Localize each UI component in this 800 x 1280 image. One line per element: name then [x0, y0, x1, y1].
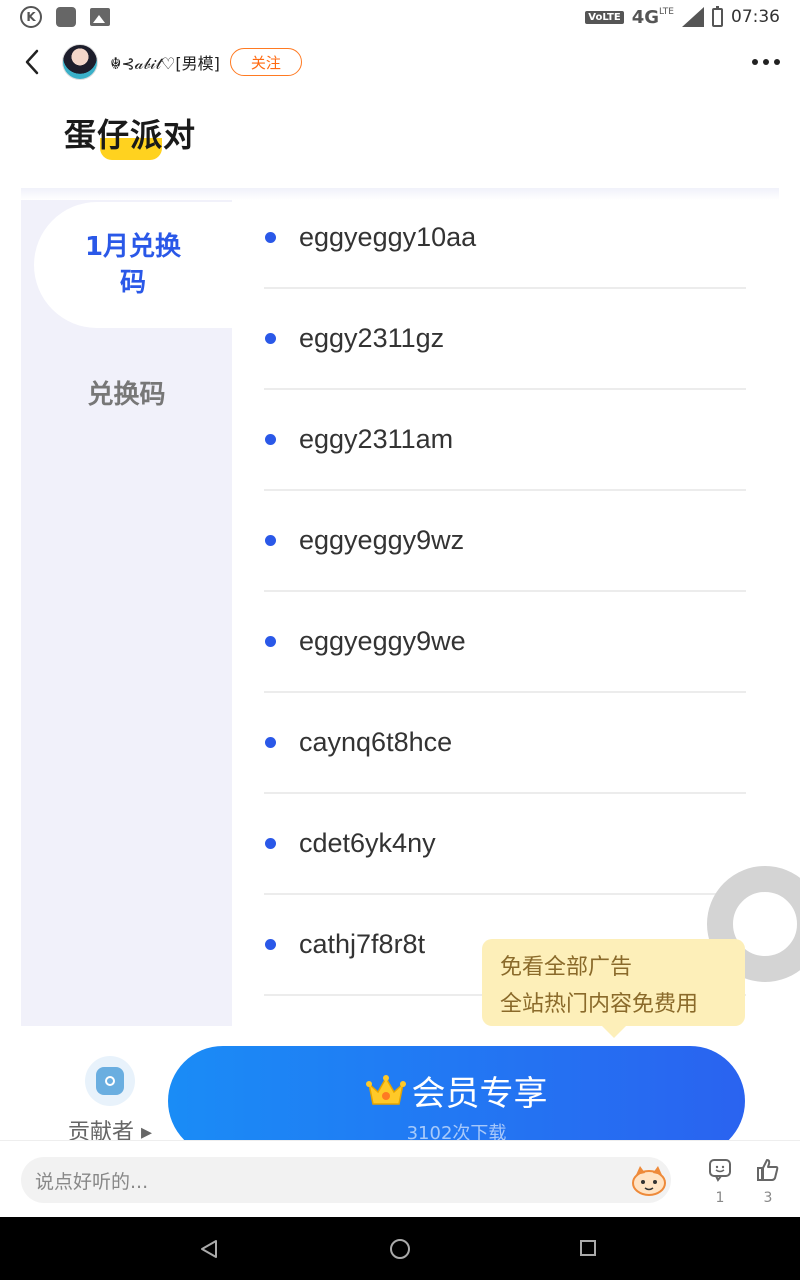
- lte-label: LTE: [659, 7, 674, 17]
- redeem-code: eggyeggy10aa: [299, 222, 477, 252]
- thumbs-up-icon: [757, 1159, 779, 1181]
- redeem-code: eggyeggy9we: [299, 626, 466, 656]
- post-header: ☬⊰𝒶𝒷𝒾𝓉♡[男模] 关注: [0, 38, 800, 86]
- redeem-code: eggy2311gz: [299, 323, 445, 353]
- back-arrow-icon[interactable]: [20, 46, 44, 78]
- volte-icon: VoLTE: [585, 10, 624, 24]
- list-item[interactable]: eggy2311gz: [264, 289, 746, 390]
- nav-recent-apps-icon[interactable]: [580, 1240, 596, 1256]
- sidebar-tab-label: 1月兑换码: [84, 232, 182, 298]
- bullet-dot: [265, 737, 276, 748]
- network-type-label: 4G: [631, 6, 660, 28]
- comment-count: 1: [715, 1190, 725, 1206]
- user-avatar[interactable]: [62, 44, 98, 80]
- bullet-dot: [265, 535, 276, 546]
- sidebar-tab-january-codes[interactable]: 1月兑换码: [34, 202, 232, 328]
- k-app-icon: K: [20, 6, 42, 28]
- bullet-dot: [265, 939, 276, 950]
- list-item[interactable]: cdet6yk4ny: [264, 794, 746, 895]
- redeem-code: cdet6yk4ny: [299, 828, 436, 858]
- comment-icon: [709, 1159, 731, 1182]
- redeem-code: eggyeggy9wz: [299, 525, 465, 555]
- page-title-block: 蛋仔派对: [64, 110, 197, 160]
- like-button[interactable]: 3: [748, 1158, 788, 1206]
- like-count: 3: [763, 1190, 773, 1206]
- follow-button[interactable]: 关注: [229, 48, 302, 76]
- contributor-icon: [85, 1056, 135, 1106]
- username[interactable]: ☬⊰𝒶𝒷𝒾𝓉♡[男模]: [110, 50, 220, 74]
- page-title: 蛋仔派对: [64, 116, 197, 154]
- nav-home-icon[interactable]: [390, 1239, 410, 1259]
- vip-button-label: 会员专享: [411, 1074, 548, 1114]
- tooltip-line-2: 全站热门内容免费用: [500, 992, 699, 1017]
- bullet-dot: [265, 636, 276, 647]
- image-notification-icon: [90, 8, 110, 26]
- tooltip-line-1: 免看全部广告: [500, 955, 633, 980]
- bullet-dot: [265, 333, 276, 344]
- redeem-code: eggy2311am: [299, 424, 454, 454]
- list-item[interactable]: eggyeggy10aa: [264, 188, 746, 289]
- system-navigation-bar: [0, 1217, 800, 1280]
- nav-back-icon[interactable]: [200, 1239, 218, 1259]
- list-item[interactable]: eggyeggy9wz: [264, 491, 746, 592]
- sidebar-tab-label: 兑换码: [87, 379, 166, 410]
- sidebar-tab-codes[interactable]: 兑换码: [21, 362, 232, 422]
- list-item[interactable]: caynq6t8hce: [264, 693, 746, 794]
- battery-icon: [712, 5, 723, 27]
- redeem-code: cathj7f8r8t: [299, 929, 426, 959]
- signal-icon: [682, 7, 704, 27]
- comment-input[interactable]: 说点好听的...: [21, 1157, 671, 1203]
- list-item[interactable]: eggyeggy9we: [264, 592, 746, 693]
- emoji-sticker-icon[interactable]: [630, 1163, 668, 1197]
- more-options-icon[interactable]: [752, 53, 780, 71]
- list-item[interactable]: eggy2311am: [264, 390, 746, 491]
- redeem-code: caynq6t8hce: [299, 727, 453, 757]
- bullet-dot: [265, 434, 276, 445]
- bullet-dot: [265, 838, 276, 849]
- status-bar: K VoLTE 4G LTE 07:36: [0, 0, 800, 34]
- vip-promo-tooltip: 免看全部广告 全站热门内容免费用: [482, 939, 745, 1038]
- comment-bar: 说点好听的...: [0, 1140, 800, 1217]
- comment-count-button[interactable]: 1: [700, 1158, 740, 1206]
- bullet-dot: [265, 232, 276, 243]
- contributor-button[interactable]: 贡献者 ▸: [60, 1056, 160, 1146]
- redeem-code-list: eggyeggy10aa eggy2311gz eggy2311am eggye…: [264, 188, 746, 996]
- notification-app-icon: [56, 7, 76, 27]
- clock: 07:36: [731, 7, 780, 27]
- crown-icon: [365, 1074, 406, 1105]
